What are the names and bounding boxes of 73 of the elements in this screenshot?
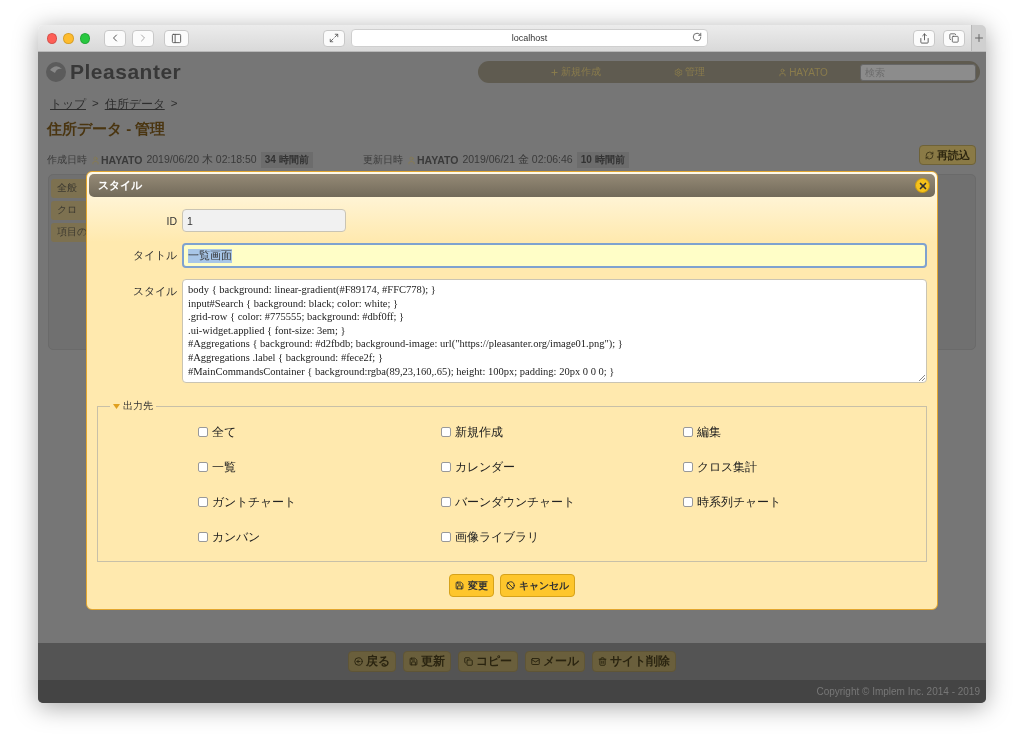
field-label: ID <box>165 214 177 227</box>
checkbox-label[interactable]: 新規作成 <box>454 424 503 440</box>
fieldset-legend[interactable]: 出力先 <box>110 399 156 413</box>
sidebar-button[interactable] <box>164 29 189 47</box>
share-icon <box>918 32 930 44</box>
checkbox-label[interactable]: ガントチャート <box>212 494 296 510</box>
gear-icon <box>673 67 683 77</box>
user-icon <box>407 155 416 165</box>
forward-button[interactable] <box>132 29 155 47</box>
date-time: 2019/06/21 金 02:06:46 <box>462 153 573 167</box>
back-button[interactable] <box>104 29 127 47</box>
reload-button[interactable]: 再読込 <box>919 145 976 165</box>
tabs-icon <box>949 33 960 43</box>
zoom-window-button[interactable] <box>79 32 91 44</box>
field-label: スタイル <box>132 284 177 299</box>
checkbox[interactable] <box>198 497 208 507</box>
user-icon <box>778 67 788 77</box>
field-label: タイトル <box>132 248 177 263</box>
checkbox-label[interactable]: 編集 <box>697 424 722 440</box>
page-title: 住所データ - 管理 <box>45 119 167 139</box>
input-field[interactable]: 一覧画面 <box>182 243 927 268</box>
resize-grip-icon[interactable] <box>918 374 925 381</box>
address-bar[interactable]: localhost <box>350 29 709 47</box>
checkbox-label[interactable]: 画像ライブラリ <box>454 529 539 545</box>
checkbox[interactable] <box>440 427 451 437</box>
tabs-button[interactable] <box>943 29 966 47</box>
breadcrumb-separator: > <box>170 97 178 111</box>
plus-icon <box>549 67 559 77</box>
ban-icon <box>506 581 515 590</box>
save-icon <box>409 657 418 666</box>
logo: Pleasanter <box>45 60 182 84</box>
mail-icon <box>531 657 540 666</box>
checkbox[interactable] <box>198 532 208 542</box>
share-button[interactable] <box>913 29 936 47</box>
checkbox-label[interactable]: カレンダー <box>454 459 515 475</box>
refresh-icon <box>925 150 934 160</box>
logo-icon <box>45 61 67 83</box>
reload-icon[interactable] <box>692 32 703 42</box>
checkbox[interactable] <box>683 462 694 472</box>
checkbox-label[interactable]: 一覧 <box>212 459 236 475</box>
input-field[interactable]: 1 <box>182 209 346 232</box>
trash-icon <box>598 657 607 666</box>
dialog-title: スタイル <box>98 178 142 193</box>
checkbox[interactable] <box>683 497 694 507</box>
minimize-window-button[interactable] <box>63 32 74 44</box>
checkbox[interactable] <box>198 462 208 472</box>
checkbox[interactable] <box>198 427 208 437</box>
sidebar-icon <box>171 32 182 44</box>
checkbox-label[interactable]: バーンダウンチャート <box>454 494 575 510</box>
user-icon <box>91 155 100 165</box>
checkbox[interactable] <box>440 462 451 472</box>
date-time: 2019/06/20 木 02:18:50 <box>146 153 257 167</box>
close-button[interactable] <box>915 178 930 193</box>
checkbox-label[interactable]: 時系列チャート <box>697 494 782 510</box>
dialog-button[interactable]: 変更 <box>449 574 494 597</box>
expand-arrows-icon <box>328 33 339 43</box>
checkbox-label[interactable]: 全て <box>212 424 236 440</box>
checkbox-label[interactable]: カンバン <box>212 529 260 545</box>
fullscreen-button[interactable] <box>322 29 345 47</box>
copy-icon <box>464 657 473 666</box>
save-icon <box>455 581 464 590</box>
back-icon <box>354 657 363 666</box>
close-window-button[interactable] <box>47 32 58 44</box>
checkbox-label[interactable]: クロス集計 <box>697 459 758 475</box>
checkbox[interactable] <box>440 532 451 542</box>
plus-icon <box>973 32 986 44</box>
checkbox[interactable] <box>683 427 694 437</box>
close-icon <box>917 180 928 191</box>
breadcrumb-separator: > <box>92 97 99 111</box>
checkbox[interactable] <box>440 497 451 507</box>
style-textarea[interactable]: body { background: linear-gradient(#F89174, #FFC778); } input#Search { background: black; color: white; } .grid-row { color: #775555; background: #dbf0ff; } .ui-widget.applied { font-size: 3em; } #Aggregations { background: #d2fbdb; background-image: url("https://pleasanter.org/image01.png"); } #Aggregations .label { background: #fece2f; } #MainCommandsContainer { background:rgba(89,23,160,.65); height: 100px; padding: 20px 0 0 0; } <box>182 279 927 383</box>
new-tab-button[interactable] <box>971 25 986 51</box>
dialog-button[interactable]: キャンセル <box>500 574 575 597</box>
